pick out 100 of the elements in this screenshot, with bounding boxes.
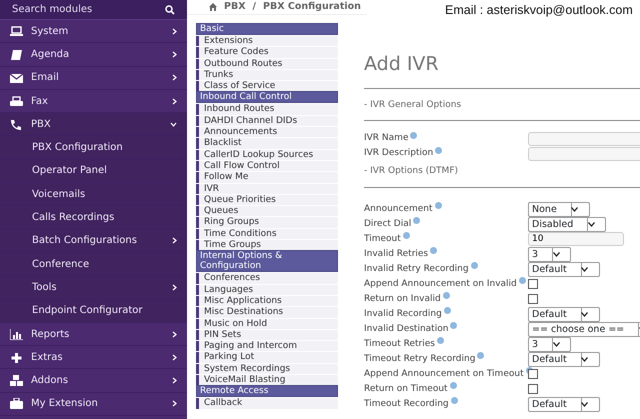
module-link[interactable]: Inbound Routes: [196, 104, 338, 115]
caret-icon: [581, 312, 588, 317]
caret-icon: [552, 252, 560, 257]
field-label: IVR Name: [364, 133, 408, 144]
field-label: Invalid Destination: [364, 324, 448, 335]
module-link[interactable]: Feature Codes: [196, 47, 338, 58]
dropdown[interactable]: Default: [528, 306, 600, 322]
module-link[interactable]: Misc Applications: [196, 296, 338, 306]
menu-section-header: Remote Access: [196, 385, 338, 398]
search-field[interactable]: Search modules: [12, 2, 132, 17]
help-icon: [410, 132, 418, 139]
sidebar-subitem[interactable]: Voicemails: [0, 183, 187, 206]
module-link[interactable]: VoiceMail Blasting: [196, 375, 338, 386]
chevron-right-icon: [172, 377, 177, 384]
text-field[interactable]: [528, 132, 640, 146]
bar-chart-icon: [10, 328, 23, 340]
sidebar-subitem[interactable]: Conference: [0, 252, 187, 276]
search-bar[interactable]: Search modules: [0, 0, 187, 20]
module-link[interactable]: Extensions: [196, 36, 338, 46]
module-link[interactable]: Callback: [196, 398, 338, 409]
sidebar-item[interactable]: Addons: [0, 369, 187, 393]
checkbox[interactable]: [528, 384, 538, 394]
help-icon: [430, 247, 438, 254]
dropdown[interactable]: 3: [528, 336, 572, 352]
dropdown[interactable]: Disabled: [528, 216, 606, 232]
sidebar-subitem[interactable]: Calls Recordings: [0, 206, 187, 230]
breadcrumb-link[interactable]: PBX: [224, 0, 246, 14]
home-icon: [209, 3, 217, 11]
cubes-icon: [10, 375, 23, 386]
dropdown[interactable]: Default: [528, 262, 600, 277]
dropdown[interactable]: 3: [528, 246, 572, 262]
module-link[interactable]: Trunks: [196, 70, 338, 80]
chevron-right-icon: [172, 74, 177, 82]
sidebar-subitem[interactable]: Operator Panel: [0, 160, 187, 184]
module-link[interactable]: DAHDI Channel DIDs: [196, 116, 338, 126]
phone-icon: [10, 118, 23, 130]
module-link[interactable]: Ring Groups: [196, 217, 338, 228]
module-link[interactable]: Paging and Intercom: [196, 341, 338, 352]
field-label: IVR Description: [364, 148, 434, 160]
number-field[interactable]: 10: [528, 232, 624, 246]
dropdown[interactable]: Default: [528, 352, 600, 367]
module-link[interactable]: Misc Destinations: [196, 307, 338, 318]
module-link[interactable]: CallerID Lookup Sources: [196, 150, 338, 160]
book-icon: [10, 48, 23, 60]
laptop-icon: [10, 26, 23, 37]
sidebar-item[interactable]: PBX: [0, 113, 187, 136]
chevron-right-icon: [172, 50, 177, 58]
menu-section-header: Basic: [196, 23, 338, 35]
module-link[interactable]: Class of Service: [196, 81, 338, 92]
field-label: Invalid Retry Recording: [364, 264, 469, 275]
text-field[interactable]: [528, 146, 640, 161]
caret-icon: [571, 206, 578, 212]
module-link[interactable]: Announcements: [196, 127, 338, 138]
sidebar-item[interactable]: Agenda: [0, 43, 187, 67]
module-link[interactable]: Queues: [196, 206, 338, 216]
module-link[interactable]: Call Flow Control: [196, 160, 338, 172]
help-icon: [518, 277, 526, 284]
field-label: Invalid Retries: [364, 248, 428, 260]
field-label: Return on Timeout: [364, 384, 448, 395]
sidebar-subitem[interactable]: Endpoint Configurator: [0, 300, 187, 323]
printer-icon: [10, 96, 23, 107]
module-link[interactable]: PIN Sets: [196, 330, 338, 340]
help-icon: [435, 146, 442, 154]
module-link[interactable]: Blacklist: [196, 138, 338, 149]
chevron-right-icon: [172, 98, 177, 105]
caret-icon: [581, 266, 588, 272]
sidebar-item[interactable]: System: [0, 20, 187, 44]
field-label: Append Announcement on Timeout: [364, 368, 524, 380]
sidebar-subitem[interactable]: Batch Configurations: [0, 230, 187, 253]
module-link[interactable]: System Recordings: [196, 364, 338, 374]
dropdown[interactable]: None: [528, 202, 590, 217]
sidebar-subitem[interactable]: PBX Configuration: [0, 136, 187, 160]
sidebar-item[interactable]: Email: [0, 66, 187, 90]
section-title: - IVR General Options: [364, 98, 462, 112]
chevron-right-icon: [172, 28, 177, 35]
module-link[interactable]: Queue Priorities: [196, 194, 338, 206]
module-link[interactable]: Time Conditions: [196, 228, 338, 240]
module-link[interactable]: Music on Hold: [196, 318, 338, 329]
sidebar-item[interactable]: Reports: [0, 322, 187, 346]
module-link[interactable]: Languages: [196, 284, 338, 295]
dropdown[interactable]: Default: [528, 396, 600, 412]
module-link[interactable]: Outbound Routes: [196, 58, 338, 69]
dropdown[interactable]: == choose one ==: [528, 322, 640, 337]
module-link[interactable]: Follow Me: [196, 172, 338, 183]
chevron-right-icon: [172, 400, 177, 408]
search-icon: [165, 4, 175, 14]
section-title: - IVR Options (DTMF): [364, 165, 460, 178]
help-icon: [477, 352, 484, 360]
sidebar-subitem[interactable]: Tools: [0, 276, 187, 300]
sidebar-item[interactable]: Extras: [0, 346, 187, 370]
module-link[interactable]: IVR: [196, 184, 338, 194]
sidebar-item[interactable]: My Extension: [0, 392, 187, 416]
checkbox[interactable]: [528, 294, 538, 304]
breadcrumb-link[interactable]: PBX Configuration: [263, 0, 361, 14]
module-link[interactable]: Conferences: [196, 273, 338, 284]
module-link[interactable]: Time Groups: [196, 240, 338, 250]
module-link[interactable]: Parking Lot: [196, 352, 338, 363]
caret-icon: [581, 402, 588, 407]
checkbox[interactable]: [528, 369, 538, 380]
checkbox[interactable]: [528, 279, 538, 290]
